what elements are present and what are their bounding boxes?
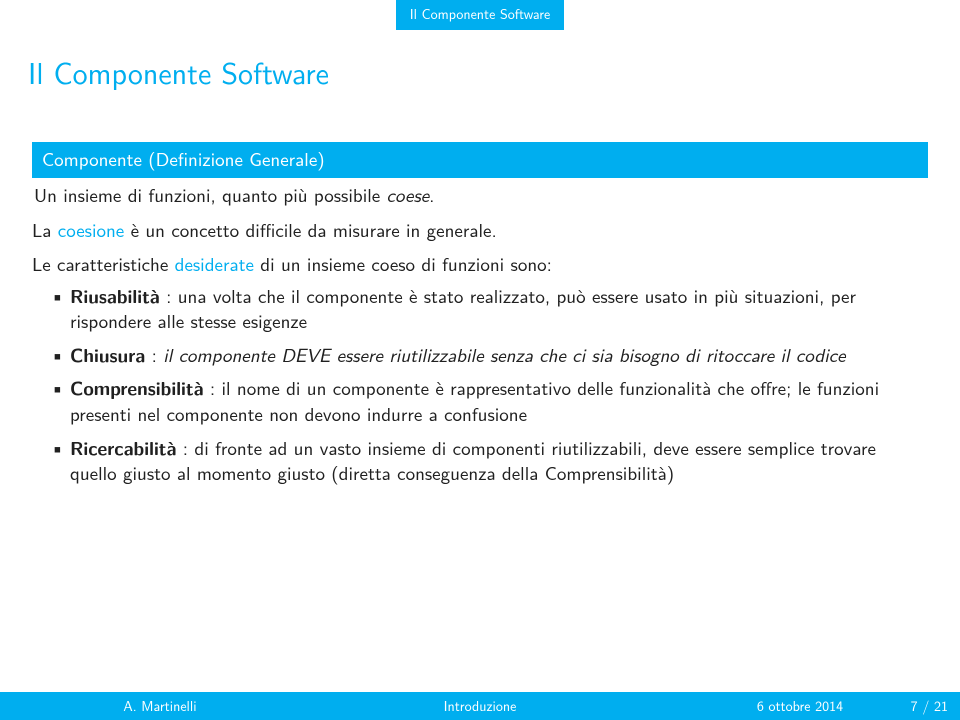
frame-title: Il Componente Software <box>0 30 960 104</box>
bullet-term: Riusabilità <box>70 281 160 309</box>
paragraph-desiderate: Le caratteristiche desiderate di un insi… <box>32 251 928 277</box>
list-item: Comprensibilità : il nome di un componen… <box>50 375 928 426</box>
section-chip: Il Componente Software <box>396 0 564 30</box>
footer-page: 7 / 21 <box>911 696 948 716</box>
p1-before: La <box>32 215 58 243</box>
bullet-text: : una volta che il componente è stato re… <box>70 281 856 335</box>
bullet-list: Riusabilità : una volta che il component… <box>32 283 928 486</box>
block-line1-suffix: . <box>429 180 434 208</box>
slide: Il Componente Software Il Componente Sof… <box>0 0 960 720</box>
p1-after: è un concetto difficile da misurare in g… <box>124 215 497 243</box>
block-title-bar: Componente (Definizione Generale) <box>32 142 928 178</box>
p1-term: coesione <box>58 215 124 243</box>
bullet-term: Ricercabilità <box>70 433 176 461</box>
footer: A. Martinelli Introduzione 6 ottobre 201… <box>0 692 960 720</box>
footer-title: Introduzione <box>444 696 517 716</box>
p2-before: Le caratteristiche <box>32 249 175 277</box>
footer-author-cell: A. Martinelli <box>0 692 320 720</box>
paragraph-coesione: La coesione è un concetto difficile da m… <box>32 217 928 243</box>
footer-title-cell: Introduzione <box>320 692 640 720</box>
footer-date: 6 ottobre 2014 <box>757 696 843 716</box>
bullet-term: Chiusura <box>70 340 145 368</box>
section-label: Il Componente Software <box>410 4 550 24</box>
p2-term: desiderate <box>175 249 254 277</box>
bullet-emph: il componente DEVE essere riutilizzabile… <box>163 340 845 368</box>
topbar: Il Componente Software <box>0 0 960 30</box>
p2-after: di un insieme coeso di funzioni sono: <box>254 249 552 277</box>
block-heading: Componente (Definizione Generale) <box>42 144 325 172</box>
bullet-text: : di fronte ad un vasto insieme di compo… <box>70 433 876 487</box>
bullet-before: : <box>145 340 163 368</box>
block-body: Un insieme di funzioni, quanto più possi… <box>32 178 928 210</box>
footer-date-cell: 6 ottobre 2014 7 / 21 <box>640 692 960 720</box>
list-item: Chiusura : il componente DEVE essere riu… <box>50 342 928 368</box>
list-item: Ricercabilità : di fronte ad un vasto in… <box>50 435 928 486</box>
block-line1-prefix: Un insieme di funzioni, quanto più possi… <box>34 180 387 208</box>
bullet-term: Comprensibilità <box>70 373 204 401</box>
list-item: Riusabilità : una volta che il component… <box>50 283 928 334</box>
block-line1-emph: coese <box>387 180 430 208</box>
content-area: Componente (Definizione Generale) Un ins… <box>0 104 960 692</box>
footer-author: A. Martinelli <box>123 696 196 716</box>
